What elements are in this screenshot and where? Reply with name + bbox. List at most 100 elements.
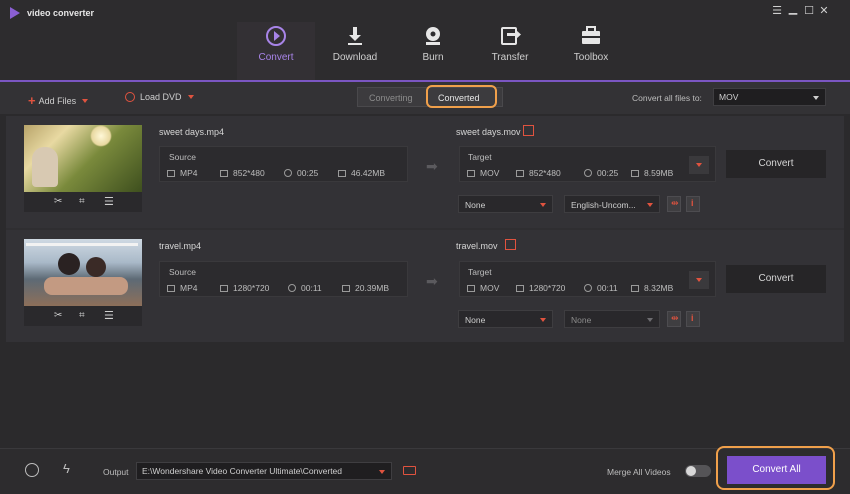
convert-button[interactable]: Convert	[726, 150, 826, 178]
convert-button[interactable]: Convert	[726, 265, 826, 293]
video-thumbnail[interactable]	[24, 125, 142, 192]
edit-name-icon[interactable]	[523, 125, 534, 136]
info-icon: i	[691, 313, 694, 323]
tab-converted[interactable]: Converted	[438, 93, 480, 103]
source-format: MP4	[180, 283, 198, 293]
audio-select[interactable]: None	[564, 310, 660, 328]
target-label: Target	[468, 267, 492, 277]
chevron-down-icon	[647, 318, 653, 322]
download-icon	[348, 27, 362, 45]
tab-label: Burn	[422, 52, 444, 63]
source-label: Source	[169, 267, 196, 277]
tab-burn[interactable]: Burn	[394, 22, 472, 80]
load-dvd-button[interactable]: Load DVD	[125, 92, 194, 102]
effects-icon[interactable]: ☰	[104, 309, 114, 322]
close-icon[interactable]: ✕	[818, 5, 830, 17]
target-info-box: Target MOV 1280*720 00:11 8.32MB	[459, 261, 716, 297]
source-size: 46.42MB	[351, 168, 386, 178]
app-logo-icon	[10, 7, 20, 19]
convert-all-button[interactable]: Convert All	[727, 456, 826, 484]
toolbox-icon	[582, 26, 600, 44]
audio-track-icon: ⇹	[671, 313, 679, 323]
audio-track-icon: ⇹	[671, 198, 679, 208]
tab-transfer[interactable]: Transfer	[471, 22, 549, 80]
source-file-name: travel.mp4	[159, 241, 202, 251]
chevron-down-icon	[540, 203, 546, 207]
target-file-name: travel.mov	[456, 241, 498, 251]
tab-converting[interactable]: Converting	[369, 93, 413, 103]
subtitle-value: None	[465, 200, 486, 210]
high-speed-icon[interactable]: ϟ	[63, 461, 70, 476]
video-thumbnail[interactable]	[24, 239, 142, 306]
thumbnail-toolbar: ✂ ⌗ ☰	[24, 306, 142, 326]
source-duration: 00:11	[301, 283, 322, 293]
output-label: Output	[103, 467, 129, 477]
tab-label: Convert	[258, 52, 294, 63]
format-icon	[167, 170, 175, 177]
merge-toggle[interactable]	[685, 465, 711, 477]
resolution-icon	[220, 285, 228, 292]
tab-label: Toolbox	[573, 52, 609, 63]
chevron-down-icon[interactable]	[187, 95, 194, 99]
audio-select[interactable]: English-Uncom...	[564, 195, 660, 213]
maximize-icon[interactable]: ☐	[803, 5, 815, 17]
minimize-icon[interactable]: ▁	[787, 3, 799, 15]
target-format: MOV	[480, 168, 500, 178]
add-audio-button[interactable]: ⇹	[667, 196, 681, 212]
dvd-icon	[125, 92, 135, 102]
target-format-dropdown[interactable]	[689, 156, 709, 174]
folder-icon	[631, 170, 639, 177]
output-path-select[interactable]: E:\Wondershare Video Converter Ultimate\…	[136, 462, 392, 480]
crop-icon[interactable]: ⌗	[79, 196, 85, 207]
resolution-icon	[516, 285, 524, 292]
subtitle-select[interactable]: None	[458, 310, 553, 328]
format-icon	[467, 285, 475, 292]
target-file-name: sweet days.mov	[456, 127, 521, 137]
trim-icon[interactable]: ✂	[54, 196, 62, 207]
tab-toolbox[interactable]: Toolbox	[552, 22, 630, 80]
chevron-down-icon[interactable]	[82, 99, 89, 103]
audio-value: English-Uncom...	[571, 200, 636, 210]
effects-icon[interactable]: ☰	[104, 195, 114, 208]
chevron-down-icon	[696, 278, 702, 282]
trim-icon[interactable]: ✂	[54, 310, 62, 321]
target-format-dropdown[interactable]	[689, 271, 709, 289]
add-files-button[interactable]: + Add Files	[28, 92, 89, 108]
chevron-down-icon	[647, 203, 653, 207]
source-format: MP4	[180, 168, 198, 178]
target-duration: 00:25	[597, 168, 619, 178]
tab-label: Transfer	[491, 52, 529, 63]
format-icon	[167, 285, 175, 292]
arrow-right-icon: ➡	[426, 158, 438, 174]
target-duration: 00:11	[597, 283, 618, 293]
subtitle-select[interactable]: None	[458, 195, 553, 213]
open-folder-icon[interactable]	[403, 466, 416, 475]
output-format-select[interactable]: MOV	[713, 88, 826, 106]
target-info-box: Target MOV 852*480 00:25 8.59MB	[459, 146, 716, 182]
convert-icon	[266, 26, 286, 46]
add-audio-button[interactable]: ⇹	[667, 311, 681, 327]
crop-icon[interactable]: ⌗	[79, 310, 85, 321]
info-button[interactable]: i	[686, 311, 700, 327]
source-label: Source	[169, 152, 196, 162]
info-button[interactable]: i	[686, 196, 700, 212]
target-resolution: 1280*720	[529, 283, 566, 293]
source-duration: 00:25	[297, 168, 319, 178]
output-path-value: E:\Wondershare Video Converter Ultimate\…	[142, 466, 343, 476]
chevron-down-icon	[696, 163, 702, 167]
thumbnail-toolbar: ✂ ⌗ ☰	[24, 192, 142, 212]
resolution-icon	[516, 170, 524, 177]
edit-name-icon[interactable]	[505, 239, 516, 250]
clock-icon	[288, 284, 296, 292]
tab-convert[interactable]: Convert	[237, 22, 315, 80]
source-resolution: 852*480	[233, 168, 265, 178]
target-label: Target	[468, 152, 492, 162]
merge-label: Merge All Videos	[607, 467, 671, 477]
tab-download[interactable]: Download	[316, 22, 394, 80]
schedule-icon[interactable]	[25, 463, 39, 477]
chevron-down-icon	[813, 96, 819, 100]
resolution-icon	[220, 170, 228, 177]
menu-icon[interactable]: ☰	[771, 5, 783, 17]
clock-icon	[284, 169, 292, 177]
app-title: video converter	[27, 8, 95, 18]
